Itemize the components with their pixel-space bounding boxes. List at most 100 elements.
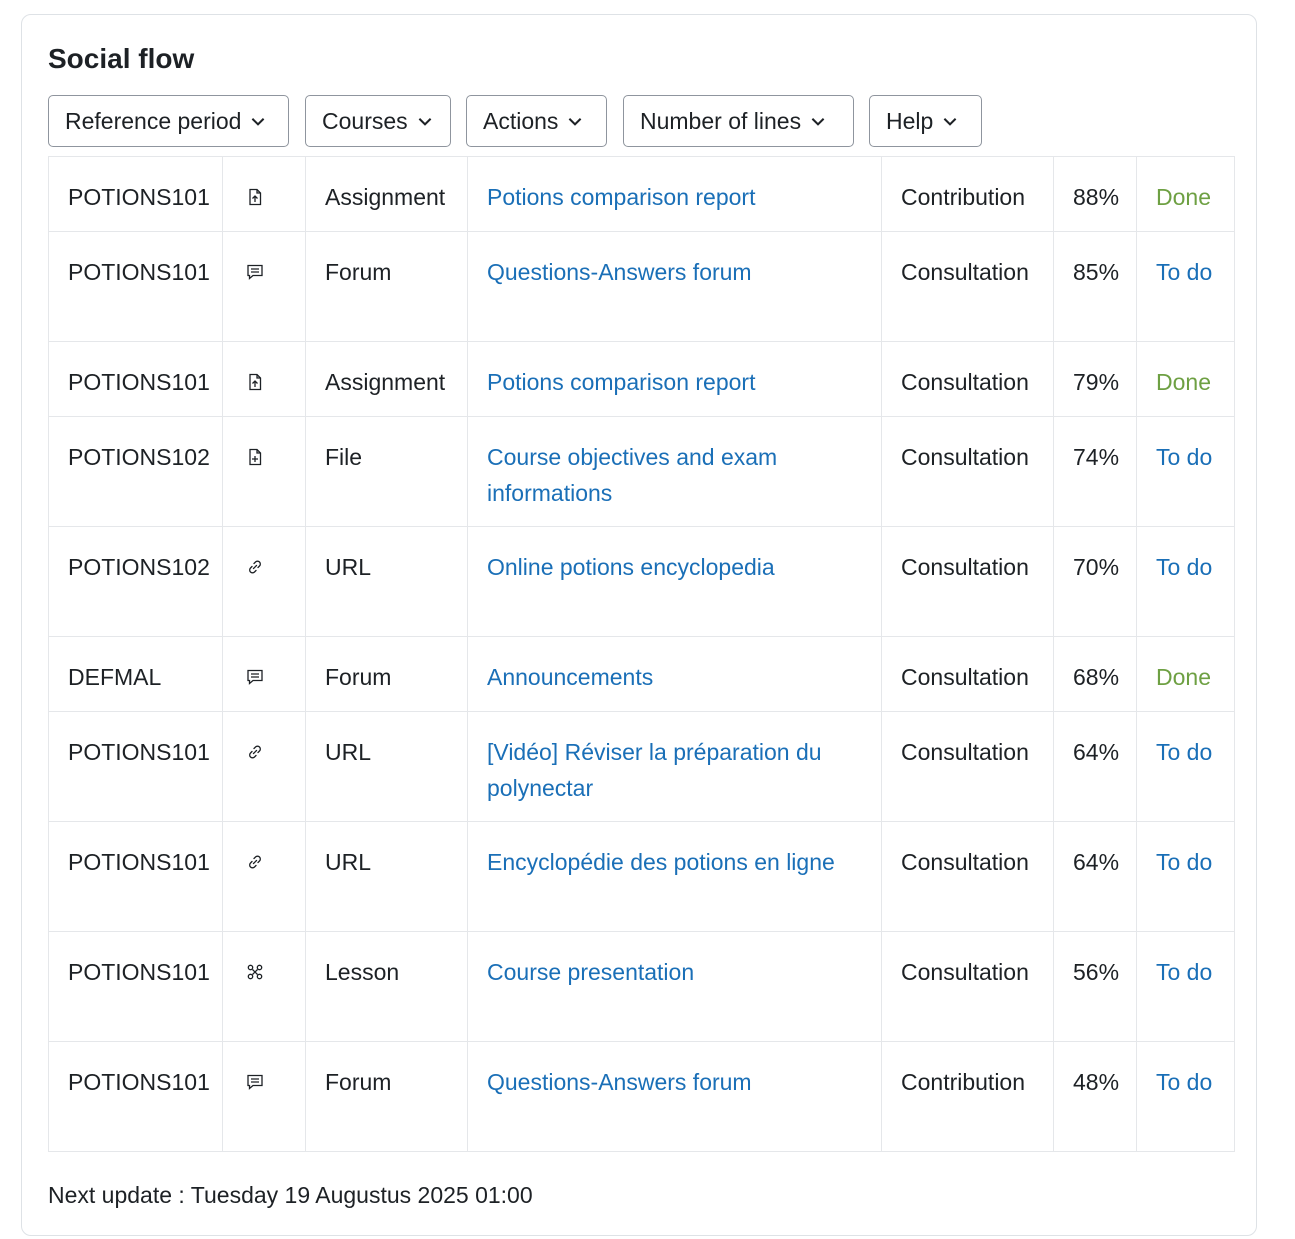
course-code: POTIONS102 (48, 526, 223, 637)
activity-title-cell: Questions-Answers forum (467, 1041, 882, 1152)
number-of-lines-label: Number of lines (640, 107, 802, 134)
activity-title-link[interactable]: Course objectives and exam informations (487, 444, 777, 506)
activity-icon-cell (222, 636, 306, 712)
status-todo-link[interactable]: To do (1156, 739, 1212, 765)
activity-title-link[interactable]: Announcements (487, 664, 653, 690)
link-icon (249, 855, 261, 869)
help-label: Help (886, 107, 934, 134)
activity-title-cell: Announcements (467, 636, 882, 712)
percentage: 85% (1053, 231, 1137, 342)
activity-title-link[interactable]: [Vidéo] Réviser la préparation du polyne… (487, 739, 822, 801)
interaction-kind: Consultation (881, 636, 1054, 712)
course-code: POTIONS101 (48, 156, 223, 232)
status-cell: To do (1136, 416, 1235, 527)
activity-title-link[interactable]: Encyclopédie des potions en ligne (487, 849, 835, 875)
activity-type: File (305, 416, 468, 527)
activity-title-cell: Online potions encyclopedia (467, 526, 882, 637)
reference-period-label: Reference period (65, 107, 242, 134)
activity-title-cell: [Vidéo] Réviser la préparation du polyne… (467, 711, 882, 822)
percentage: 88% (1053, 156, 1137, 232)
activity-type: URL (305, 711, 468, 822)
activity-title-link[interactable]: Potions comparison report (487, 184, 755, 210)
activity-icon-cell (222, 156, 306, 232)
status-todo-link[interactable]: To do (1156, 1069, 1212, 1095)
activity-title-link[interactable]: Questions-Answers forum (487, 1069, 752, 1095)
reference-period-dropdown[interactable]: Reference period (48, 95, 289, 147)
activity-type: Forum (305, 636, 468, 712)
status-cell: To do (1136, 231, 1235, 342)
status-todo-link[interactable]: To do (1156, 554, 1212, 580)
social-flow-table: POTIONS101 Assignment Potions comparison… (48, 156, 1235, 1152)
forum-icon (247, 669, 263, 685)
percentage: 79% (1053, 341, 1137, 417)
social-flow-card: Social flow Reference period Courses Act… (21, 14, 1257, 1236)
activity-title-link[interactable]: Questions-Answers forum (487, 259, 752, 285)
percentage: 48% (1053, 1041, 1137, 1152)
forum-icon (247, 264, 263, 280)
number-of-lines-dropdown[interactable]: Number of lines (623, 95, 854, 147)
course-code: POTIONS101 (48, 1041, 223, 1152)
activity-type: Forum (305, 231, 468, 342)
link-icon (249, 560, 261, 574)
table-row: POTIONS102 URL Online potions encycloped… (48, 526, 1235, 637)
course-code: POTIONS102 (48, 416, 223, 527)
activity-type: Assignment (305, 156, 468, 232)
interaction-kind: Consultation (881, 341, 1054, 417)
status-cell: To do (1136, 526, 1235, 637)
activity-title-link[interactable]: Potions comparison report (487, 369, 755, 395)
course-code: POTIONS101 (48, 341, 223, 417)
activity-type: URL (305, 526, 468, 637)
assignment-icon (249, 373, 262, 391)
interaction-kind: Consultation (881, 231, 1054, 342)
activity-title-cell: Course presentation (467, 931, 882, 1042)
status-cell: To do (1136, 931, 1235, 1042)
table-row: POTIONS101 URL [Vidéo] Réviser la prépar… (48, 711, 1235, 822)
activity-title-link[interactable]: Online potions encyclopedia (487, 554, 775, 580)
table-row: POTIONS101 Assignment Potions comparison… (48, 156, 1235, 232)
table-row: POTIONS101 Forum Questions-Answers forum… (48, 1041, 1235, 1152)
chevron-down-icon (943, 118, 957, 126)
courses-dropdown[interactable]: Courses (305, 95, 451, 147)
activity-title-cell: Questions-Answers forum (467, 231, 882, 342)
chevron-down-icon (811, 118, 825, 126)
interaction-kind: Consultation (881, 416, 1054, 527)
activity-title-cell: Potions comparison report (467, 156, 882, 232)
activity-type: Lesson (305, 931, 468, 1042)
activity-title-link[interactable]: Course presentation (487, 959, 694, 985)
table-row: POTIONS101 URL Encyclopédie des potions … (48, 821, 1235, 932)
interaction-kind: Consultation (881, 931, 1054, 1042)
table-row: POTIONS101 Forum Questions-Answers forum… (48, 231, 1235, 342)
table-row: POTIONS101 Lesson Course presentation Co… (48, 931, 1235, 1042)
actions-label: Actions (483, 107, 559, 134)
next-update-text: Next update : Tuesday 19 Augustus 2025 0… (48, 1182, 533, 1208)
status-cell: To do (1136, 711, 1235, 822)
status-cell: To do (1136, 821, 1235, 932)
lesson-icon (247, 964, 263, 980)
activity-icon-cell (222, 931, 306, 1042)
help-dropdown[interactable]: Help (869, 95, 982, 147)
activity-icon-cell (222, 711, 306, 822)
status-cell: Done (1136, 341, 1235, 417)
percentage: 64% (1053, 711, 1137, 822)
status-done: Done (1156, 369, 1211, 395)
percentage: 56% (1053, 931, 1137, 1042)
chevron-down-icon (252, 118, 265, 126)
activity-icon-cell (222, 1041, 306, 1152)
assignment-icon (249, 188, 262, 206)
status-todo-link[interactable]: To do (1156, 259, 1212, 285)
actions-dropdown[interactable]: Actions (466, 95, 607, 147)
interaction-kind: Contribution (881, 1041, 1054, 1152)
activity-title-cell: Potions comparison report (467, 341, 882, 417)
activity-icon-cell (222, 341, 306, 417)
percentage: 68% (1053, 636, 1137, 712)
activity-icon-cell (222, 526, 306, 637)
status-todo-link[interactable]: To do (1156, 849, 1212, 875)
activity-icon-cell (222, 821, 306, 932)
status-todo-link[interactable]: To do (1156, 444, 1212, 470)
percentage: 70% (1053, 526, 1137, 637)
status-todo-link[interactable]: To do (1156, 959, 1212, 985)
course-code: POTIONS101 (48, 711, 223, 822)
status-done: Done (1156, 184, 1211, 210)
file-icon (249, 448, 262, 466)
percentage: 64% (1053, 821, 1137, 932)
